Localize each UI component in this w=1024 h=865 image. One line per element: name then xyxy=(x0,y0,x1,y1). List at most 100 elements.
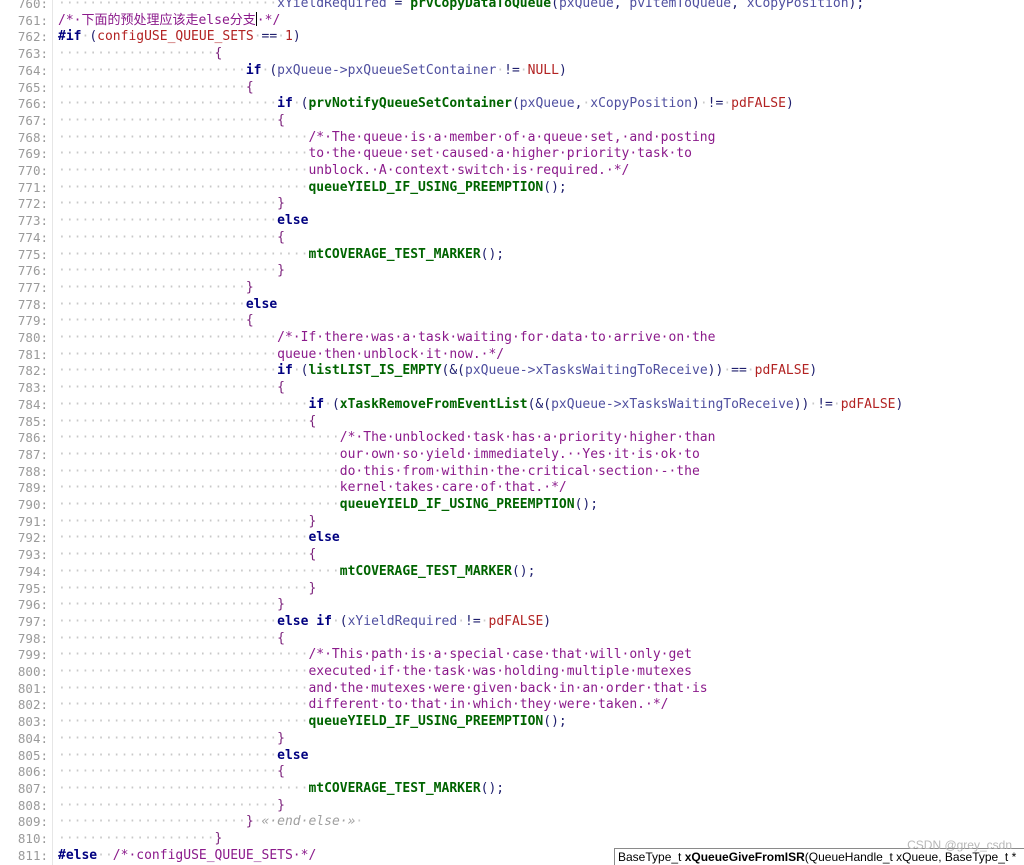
line-code[interactable]: ····························{ xyxy=(58,112,285,129)
code-line[interactable]: 793: ································{ xyxy=(0,546,1024,563)
line-code[interactable]: ····································do·t… xyxy=(58,463,700,480)
line-code[interactable]: ································{ xyxy=(58,413,316,430)
line-code[interactable]: ························if · (pxQueue->pxQ… xyxy=(58,62,567,79)
line-code[interactable]: ····································/*·T… xyxy=(58,429,715,446)
line-code[interactable]: ································mtCOVERA… xyxy=(58,246,504,263)
code-line[interactable]: 806: ····························{ xyxy=(0,763,1024,780)
line-code[interactable]: ····················} xyxy=(58,830,222,847)
line-code[interactable]: ································to·the·q… xyxy=(58,145,692,162)
code-line[interactable]: 796: ····························} xyxy=(0,596,1024,613)
code-line[interactable]: 781: ····························queue·th… xyxy=(0,346,1024,363)
code-line[interactable]: 809: ························}·«·end·else… xyxy=(0,813,1024,830)
line-code[interactable]: ····························else xyxy=(58,747,308,764)
code-line[interactable]: 772: ····························} xyxy=(0,195,1024,212)
code-line[interactable]: 784: ································if·(… xyxy=(0,396,1024,413)
line-code[interactable]: ································else xyxy=(58,529,340,546)
code-line[interactable]: 786: ····································… xyxy=(0,429,1024,446)
line-code[interactable]: ································queueYIE… xyxy=(58,713,567,730)
line-code[interactable]: ································} xyxy=(58,513,316,530)
code-line[interactable]: 782: ····························if·(list… xyxy=(0,362,1024,379)
code-line[interactable]: 795: ································} xyxy=(0,580,1024,597)
line-code[interactable]: ····························} xyxy=(58,730,285,747)
code-line[interactable]: 799: ································/*·T… xyxy=(0,646,1024,663)
line-code[interactable]: ····································queu… xyxy=(58,496,598,513)
code-line[interactable]: 791: ································} xyxy=(0,513,1024,530)
line-code[interactable]: ································queueYIE… xyxy=(58,179,567,196)
line-code[interactable]: ····························{ xyxy=(58,763,285,780)
line-code[interactable]: #if·(configUSE_QUEUE_SETS·==·1) xyxy=(58,28,301,45)
code-line[interactable]: 805: ····························else xyxy=(0,747,1024,764)
code-line[interactable]: 789: ····································… xyxy=(0,479,1024,496)
code-line[interactable]: 761: /*·下面的预处理应该走else分支·*/ xyxy=(0,11,1024,29)
code-line[interactable]: 797: ····························else if·… xyxy=(0,613,1024,630)
line-code[interactable]: ····························/*·If·there·… xyxy=(58,329,715,346)
line-code[interactable]: ································{ xyxy=(58,546,316,563)
line-code[interactable]: ····························{ xyxy=(58,379,285,396)
code-line[interactable]: 807: ································mtCO… xyxy=(0,780,1024,797)
line-code[interactable]: ····························} xyxy=(58,262,285,279)
line-code[interactable]: ····································our·… xyxy=(58,446,700,463)
line-code[interactable]: ························} xyxy=(58,279,254,296)
line-code[interactable]: ································} xyxy=(58,580,316,597)
code-line[interactable]: 788: ····································… xyxy=(0,463,1024,480)
line-code[interactable]: ························else xyxy=(58,296,277,313)
code-line[interactable]: 792: ································else xyxy=(0,529,1024,546)
line-code[interactable]: /*·下面的预处理应该走else分支·*/ xyxy=(58,11,280,29)
line-code[interactable]: ····························{ xyxy=(58,630,285,647)
line-code[interactable]: ····························if·(prvNotif… xyxy=(58,95,794,112)
code-editor[interactable]: 760: ····························xYieldRe… xyxy=(0,0,1024,865)
code-line[interactable]: 762: #if·(configUSE_QUEUE_SETS·==·1) xyxy=(0,28,1024,45)
code-line[interactable]: 780: ····························/*·If·th… xyxy=(0,329,1024,346)
line-code[interactable]: ····································mtCO… xyxy=(58,563,535,580)
code-line[interactable]: 766: ····························if·(prvN… xyxy=(0,95,1024,112)
line-code[interactable]: ····························} xyxy=(58,596,285,613)
line-code[interactable]: ····························if·(listLIST… xyxy=(58,362,817,379)
code-line[interactable]: 783: ····························{ xyxy=(0,379,1024,396)
code-line[interactable]: 769: ································to·t… xyxy=(0,145,1024,162)
code-line[interactable]: 787: ····································… xyxy=(0,446,1024,463)
code-line[interactable]: 785: ································{ xyxy=(0,413,1024,430)
code-line[interactable]: 794: ····································… xyxy=(0,563,1024,580)
code-line[interactable]: 773: ····························else xyxy=(0,212,1024,229)
code-line[interactable]: 798: ····························{ xyxy=(0,630,1024,647)
line-code[interactable]: ································executed… xyxy=(58,663,692,680)
code-line[interactable]: 776: ····························} xyxy=(0,262,1024,279)
line-code[interactable]: ························{ xyxy=(58,79,254,96)
line-code[interactable]: ····························{ xyxy=(58,229,285,246)
code-line[interactable]: 804: ····························} xyxy=(0,730,1024,747)
line-code[interactable]: ························{ xyxy=(58,312,254,329)
code-line[interactable]: 775: ································mtCO… xyxy=(0,246,1024,263)
line-code[interactable]: ································differen… xyxy=(58,696,668,713)
code-line[interactable]: 765: ························{ xyxy=(0,79,1024,96)
code-line[interactable]: 802: ································diff… xyxy=(0,696,1024,713)
code-line[interactable]: 778: ························else xyxy=(0,296,1024,313)
code-line[interactable]: 800: ································exec… xyxy=(0,663,1024,680)
code-line[interactable]: 801: ································and·… xyxy=(0,680,1024,697)
code-line[interactable]: 770: ································unbl… xyxy=(0,162,1024,179)
line-code[interactable]: ····································kern… xyxy=(58,479,567,496)
line-code[interactable]: #else··/*·configUSE_QUEUE_SETS·*/ xyxy=(58,847,316,864)
code-line[interactable]: 768: ································/*·T… xyxy=(0,129,1024,146)
line-code[interactable]: ································/*·This·… xyxy=(58,646,692,663)
line-code[interactable]: ····················{ xyxy=(58,45,222,62)
line-code[interactable]: ····························else xyxy=(58,212,308,229)
code-line[interactable]: 771: ································queu… xyxy=(0,179,1024,196)
code-line[interactable]: 779: ························{ xyxy=(0,312,1024,329)
code-line[interactable]: 763: ····················{ xyxy=(0,45,1024,62)
line-code[interactable]: ································and·the·… xyxy=(58,680,708,697)
code-line[interactable]: 808: ····························} xyxy=(0,797,1024,814)
line-code[interactable]: ····························xYieldRequir… xyxy=(58,0,864,12)
line-code[interactable]: ····························} xyxy=(58,797,285,814)
line-code[interactable]: ································/*·The·q… xyxy=(58,129,715,146)
code-line[interactable]: 790: ····································… xyxy=(0,496,1024,513)
code-line[interactable]: 760: ····························xYieldRe… xyxy=(0,0,1024,12)
code-line[interactable]: 803: ································queu… xyxy=(0,713,1024,730)
code-line[interactable]: 777: ························} xyxy=(0,279,1024,296)
code-line[interactable]: 774: ····························{ xyxy=(0,229,1024,246)
line-code[interactable]: ····························queue·then·u… xyxy=(58,346,504,363)
line-code[interactable]: ························}·«·end·else·»· xyxy=(58,813,363,830)
line-code[interactable]: ································unblock.… xyxy=(58,162,629,179)
code-line[interactable]: 767: ····························{ xyxy=(0,112,1024,129)
code-line[interactable]: 810: ····················} xyxy=(0,830,1024,847)
line-code[interactable]: ································if·(xTas… xyxy=(58,396,903,413)
